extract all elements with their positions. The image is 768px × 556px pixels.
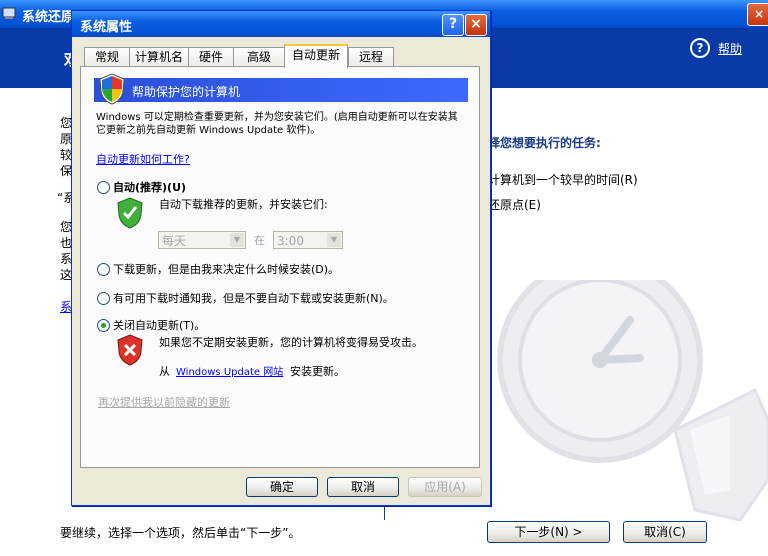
tab-computer-name[interactable]: 计算机名 <box>129 47 189 66</box>
windows-update-link[interactable]: Windows Update 网站 <box>176 363 283 378</box>
notify-radio-label[interactable]: 有可用下载时通知我，但是不要自动下载或安装更新(N)。 <box>113 290 394 306</box>
dialog-help-button[interactable]: ? <box>442 14 464 36</box>
help-link[interactable]: 帮助 <box>718 40 742 57</box>
tab-remote[interactable]: 远程 <box>348 47 394 66</box>
how-it-works-link[interactable]: 自动更新如何工作? <box>96 151 190 167</box>
banner: 帮助保护您的计算机 <box>94 73 468 105</box>
dialog-close-button[interactable]: × <box>465 14 487 36</box>
dialog-title: 系统属性 <box>80 20 133 35</box>
tab-general[interactable]: 常规 <box>84 47 130 66</box>
background-footer-text: 要继续，选择一个选项，然后单击“下一步”。 <box>60 526 301 540</box>
help-icon[interactable]: ? <box>690 38 710 58</box>
from-label: 从 <box>159 365 170 378</box>
clock-watermark-icon <box>497 280 768 522</box>
apply-button: 应用(A) <box>408 477 482 497</box>
ok-button[interactable]: 确定 <box>246 477 318 497</box>
reoffer-hidden-updates-link: 再次提供我以前隐藏的更新 <box>98 396 230 409</box>
chevron-down-icon: ▼ <box>230 233 244 247</box>
chevron-down-icon: ▼ <box>327 233 341 247</box>
auto-description: 自动下载推荐的更新，并安装它们: <box>159 198 328 211</box>
background-option-restore[interactable]: 计算机到一个较早的时间(R) <box>488 171 638 188</box>
next-button[interactable]: 下一步(N) > <box>487 521 610 543</box>
off-radio-label[interactable]: 关闭自动更新(T)。 <box>113 317 205 333</box>
background-cancel-button[interactable]: 取消(C) <box>623 521 707 543</box>
description-text: Windows 可以定期检查重要更新，并为您安装它们。(启用自动更新可以在安装其… <box>96 112 458 136</box>
system-restore-app-icon <box>2 7 16 19</box>
day-select[interactable]: 每天 ▼ <box>158 231 246 249</box>
background-window-title: 系统还原 <box>22 10 75 25</box>
green-shield-icon <box>117 197 143 229</box>
cancel-button[interactable]: 取消 <box>327 477 399 497</box>
background-close-button[interactable]: × <box>747 3 768 26</box>
auto-radio-label[interactable]: 自动(推荐)(U) <box>113 179 186 195</box>
download-radio[interactable] <box>97 263 110 276</box>
install-suffix: 安装更新。 <box>290 365 345 378</box>
background-option-restore-point[interactable]: 还原点(E) <box>488 196 541 213</box>
notify-radio[interactable] <box>97 292 110 305</box>
tab-hardware[interactable]: 硬件 <box>188 47 234 66</box>
tab-advanced[interactable]: 高级 <box>233 47 285 66</box>
off-radio[interactable] <box>97 319 110 332</box>
red-shield-icon <box>117 334 143 366</box>
time-select-value: 3:00 <box>277 234 304 248</box>
banner-text: 帮助保护您的计算机 <box>132 85 241 99</box>
time-select[interactable]: 3:00 ▼ <box>273 231 343 249</box>
tab-automatic-updates[interactable]: 自动更新 <box>284 44 348 68</box>
system-properties-dialog: 系统属性 ? × 常规 计算机名 硬件 高级 自动更新 远程 帮助保护您的计算机… <box>71 10 491 506</box>
dialog-titlebar[interactable]: 系统属性 ? × <box>72 11 490 37</box>
at-label: 在 <box>254 234 265 247</box>
download-radio-label[interactable]: 下载更新，但是由我来决定什么时候安装(D)。 <box>113 261 339 277</box>
auto-radio[interactable] <box>97 181 110 194</box>
background-task-heading: 择您想要执行的任务: <box>488 136 601 150</box>
day-select-value: 每天 <box>162 234 187 248</box>
off-description: 如果您不定期安装更新，您的计算机将变得易受攻击。 <box>159 336 423 349</box>
security-shield-icon <box>99 73 125 105</box>
